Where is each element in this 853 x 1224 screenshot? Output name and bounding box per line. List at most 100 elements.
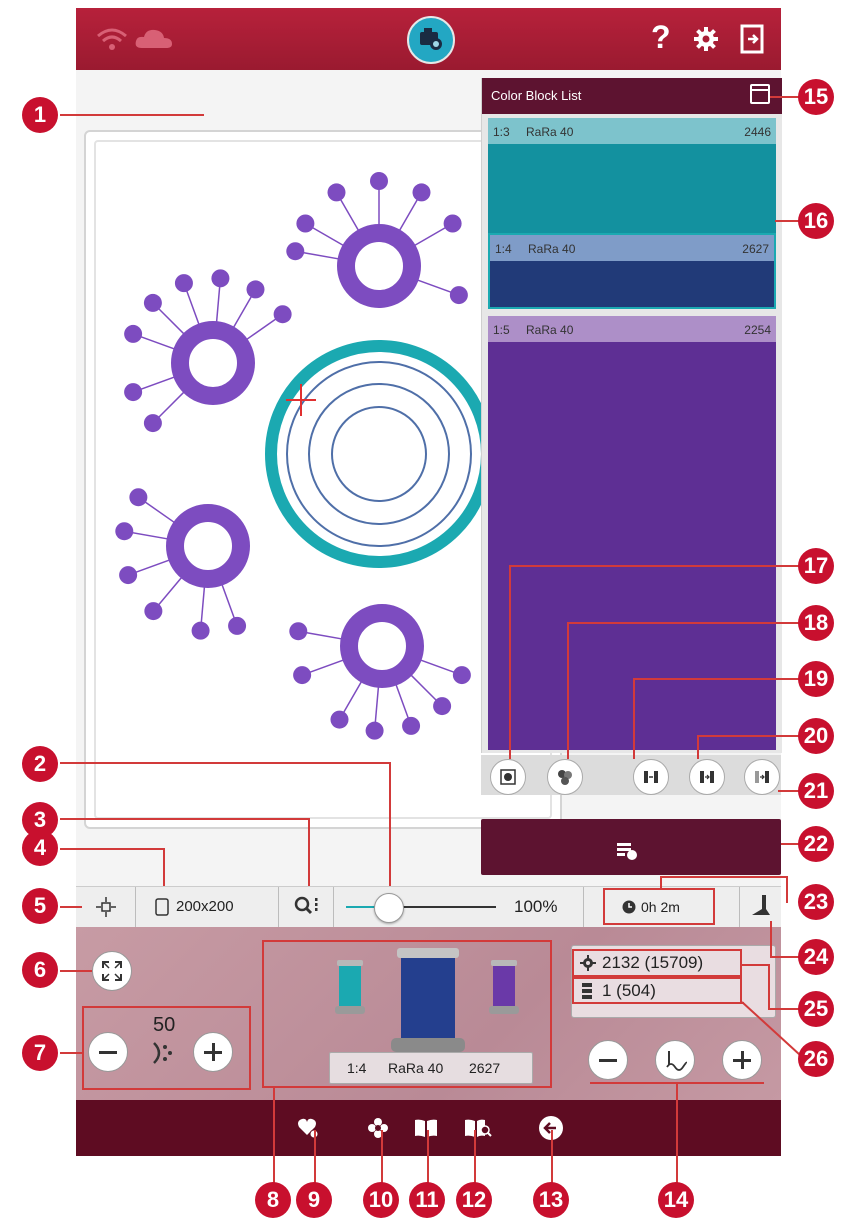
fit-to-screen-button[interactable] xyxy=(92,951,132,991)
split-blocks-button[interactable] xyxy=(689,759,725,795)
hoop-size-button[interactable]: 200x200 xyxy=(136,887,279,927)
stitch-count-current: 2132 (15709) xyxy=(602,953,704,972)
block-position: 1:4 xyxy=(495,242,512,256)
block-thread: RaRa 40 xyxy=(526,125,574,139)
stitch-step-button[interactable] xyxy=(655,1040,695,1080)
callout-2: 2 xyxy=(22,746,58,782)
callout-5-line xyxy=(60,906,82,908)
expand-arrows-icon xyxy=(102,961,122,981)
minus-icon xyxy=(99,1051,117,1054)
callout-20: 20 xyxy=(798,718,834,754)
callout-15-line xyxy=(770,96,800,98)
move-block-button[interactable] xyxy=(744,759,780,795)
callout-15: 15 xyxy=(798,79,834,115)
callout-20-line xyxy=(697,735,800,737)
callout-16: 16 xyxy=(798,203,834,239)
callout-20-line-v xyxy=(697,735,699,759)
callout-2-line-v xyxy=(389,762,391,886)
zoom-slider[interactable]: 100% xyxy=(334,887,584,927)
color-block-item[interactable]: 1:5 RaRa 40 2254 xyxy=(488,316,776,750)
color-block-list-header: Color Block List xyxy=(482,78,782,114)
zoom-menu-icon xyxy=(294,896,318,915)
embroidery-mode-button[interactable] xyxy=(407,16,455,64)
edit-layout-icon xyxy=(617,843,637,860)
color-block-list-panel: Color Block List 1:3 RaRa 40 2446 1:4 Ra… xyxy=(481,78,782,753)
callout-18-line xyxy=(567,622,800,624)
thread-area-highlight xyxy=(262,940,552,1088)
open-book-icon[interactable] xyxy=(414,1118,438,1138)
zoom-options-button[interactable] xyxy=(279,887,334,927)
merge-icon xyxy=(644,771,658,783)
jump-to-block-button[interactable] xyxy=(490,759,526,795)
color-block-item-selected[interactable]: 1:4 RaRa 40 2627 xyxy=(488,233,776,309)
callout-18: 18 xyxy=(798,605,834,641)
help-icon[interactable]: ? xyxy=(651,19,671,56)
presser-foot-button[interactable] xyxy=(739,887,781,927)
callout-23-line-v xyxy=(660,876,662,888)
speed-icon xyxy=(153,1042,172,1064)
hoop-icon xyxy=(155,898,169,916)
split-icon xyxy=(700,771,714,783)
fit-hoop-cell[interactable] xyxy=(76,887,136,927)
callout-4-line-v xyxy=(163,848,165,886)
expand-list-icon[interactable] xyxy=(750,84,770,104)
go-to-edit-button[interactable] xyxy=(481,819,781,875)
color-blobs-icon xyxy=(558,770,572,785)
top-bar: ? xyxy=(76,8,781,70)
book-search-icon[interactable] xyxy=(464,1118,492,1138)
callout-1-line xyxy=(60,114,204,116)
callout-4-line xyxy=(60,848,164,850)
plus-icon-v xyxy=(212,1043,215,1061)
callout-9: 9 xyxy=(296,1182,332,1218)
callout-24-line-v xyxy=(770,921,772,956)
stitch-gear-icon xyxy=(580,955,596,971)
callout-16-line xyxy=(775,220,800,222)
block-thread: RaRa 40 xyxy=(528,242,576,256)
callout-12: 12 xyxy=(456,1182,492,1218)
block-number: 2446 xyxy=(744,125,771,139)
center-position-icon xyxy=(96,897,116,917)
zoom-level: 100% xyxy=(514,897,558,916)
callout-24: 24 xyxy=(798,939,834,975)
callout-17-line-v xyxy=(509,565,511,759)
callout-2-line xyxy=(60,762,390,764)
stitch-count-block: 1 (504) xyxy=(602,981,656,1000)
callout-26: 26 xyxy=(798,1041,834,1077)
callout-8: 8 xyxy=(255,1182,291,1218)
callout-19-line xyxy=(633,678,800,680)
needle-stitch-icon xyxy=(666,1051,687,1071)
callout-14: 14 xyxy=(658,1182,694,1218)
block-stitch-count-box xyxy=(572,977,742,1004)
callout-10: 10 xyxy=(363,1182,399,1218)
speed-increase-button[interactable] xyxy=(193,1032,233,1072)
callout-25: 25 xyxy=(798,991,834,1027)
time-remaining-highlight xyxy=(603,888,715,925)
block-thread: RaRa 40 xyxy=(526,323,574,337)
monochrome-button[interactable] xyxy=(547,759,583,795)
hoop-size-label: 200x200 xyxy=(176,898,234,915)
zoom-slider-handle[interactable] xyxy=(374,893,404,923)
callout-17-line xyxy=(509,565,800,567)
presser-foot-icon xyxy=(752,895,770,915)
callout-19: 19 xyxy=(798,661,834,697)
design-flower-icon[interactable] xyxy=(367,1117,389,1139)
minus-icon xyxy=(599,1059,617,1062)
step-back-button[interactable] xyxy=(588,1040,628,1080)
callout-21: 21 xyxy=(798,773,834,809)
callout-11: 11 xyxy=(409,1182,445,1218)
callout-23-line-v2 xyxy=(786,876,788,903)
block-number: 2627 xyxy=(742,242,769,256)
callout-22: 22 xyxy=(798,826,834,862)
purple-flowers xyxy=(115,172,471,740)
exit-door-icon[interactable] xyxy=(739,23,765,55)
color-block-actions-row xyxy=(481,755,781,795)
wifi-icon[interactable] xyxy=(94,24,130,54)
callout-17: 17 xyxy=(798,548,834,584)
cloud-icon[interactable] xyxy=(134,26,174,52)
merge-blocks-button[interactable] xyxy=(633,759,669,795)
settings-gear-icon[interactable] xyxy=(693,26,719,52)
callout-23-line xyxy=(660,876,788,878)
callout-25-line-a xyxy=(742,964,770,966)
callout-1: 1 xyxy=(22,97,58,133)
speed-decrease-button[interactable] xyxy=(88,1032,128,1072)
